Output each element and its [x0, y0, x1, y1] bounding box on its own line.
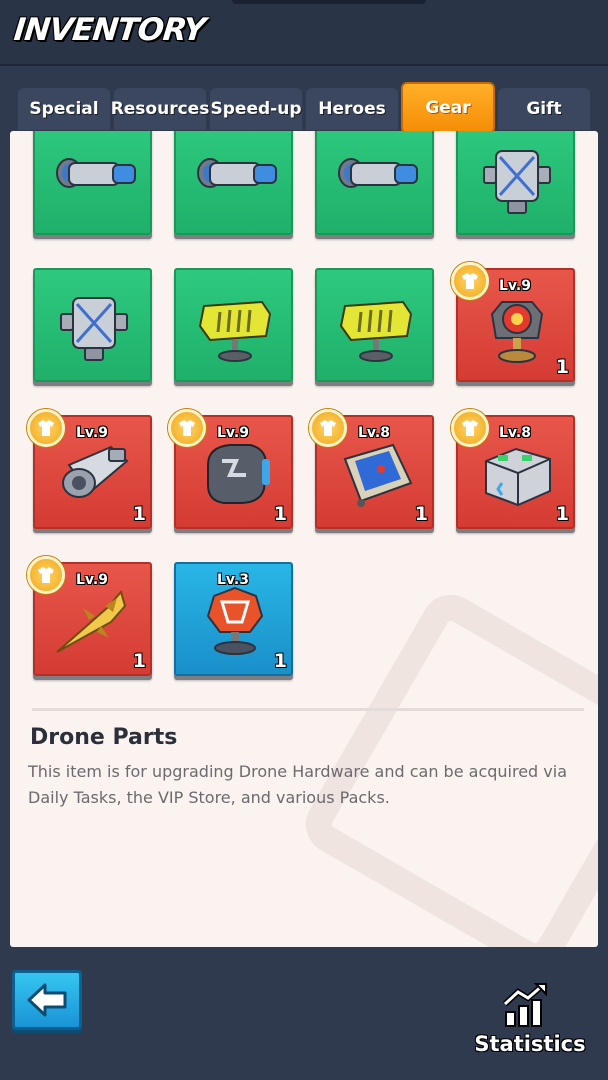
tab-label: Resources [110, 99, 210, 119]
drone-parts-icon [483, 150, 551, 214]
tab-special[interactable]: Special [18, 88, 110, 130]
tablet-map-icon [343, 443, 413, 507]
radar-dish-icon [206, 586, 264, 655]
item-card[interactable] [315, 131, 434, 235]
tab-label: Heroes [318, 99, 386, 119]
shirt-icon [309, 409, 347, 447]
tab-label: Gear [425, 98, 471, 118]
item-quantity: 1 [273, 503, 287, 525]
item-level: Lv.9 [217, 425, 249, 441]
inventory-panel: Lv.9 1 Lv.9 1 Lv.9 1 Lv.8 1 Lv.8 1 Lv.9 … [10, 131, 598, 947]
server-box-icon [485, 447, 551, 507]
item-level: Lv.9 [76, 425, 108, 441]
tab-gift[interactable]: Gift [498, 88, 590, 130]
tab-label: Gift [526, 99, 562, 119]
shirt-icon [27, 556, 65, 594]
item-level: Lv.9 [76, 572, 108, 588]
engine-icon [62, 445, 129, 498]
shirt-icon [168, 409, 206, 447]
statistics-label: Statistics [474, 1032, 586, 1056]
binoculars-icon [56, 158, 136, 188]
tab-label: Special [29, 99, 99, 119]
tab-speed-up[interactable]: Speed-up [210, 88, 302, 130]
item-quantity: 1 [555, 503, 569, 525]
item-card[interactable] [33, 131, 152, 235]
item-description: This item is for upgrading Drone Hardwar… [28, 762, 568, 807]
item-name: Drone Parts [30, 725, 178, 750]
item-quantity: 1 [132, 503, 146, 525]
item-quantity: 1 [273, 650, 287, 672]
tab-resources[interactable]: Resources [111, 88, 209, 130]
item-card[interactable]: Lv.3 1 [174, 562, 293, 676]
item-quantity: 1 [132, 650, 146, 672]
tab-heroes[interactable]: Heroes [306, 88, 398, 130]
binoculars-icon [338, 158, 418, 188]
arrow-left-icon [27, 983, 67, 1017]
binoculars-icon [197, 158, 277, 188]
tab-gear[interactable]: Gear [401, 82, 495, 142]
yellow-part-icon [198, 300, 272, 362]
chart-up-icon [502, 983, 547, 1027]
shirt-icon [451, 409, 489, 447]
item-level: Lv.9 [499, 278, 531, 294]
item-level: Lv.8 [499, 425, 531, 441]
drone-parts-icon [60, 297, 128, 361]
item-card[interactable] [456, 131, 575, 235]
yellow-part-icon [339, 300, 413, 362]
item-level: Lv.3 [217, 572, 249, 588]
tab-label: Speed-up [210, 99, 302, 119]
missile-icon [56, 589, 127, 653]
item-card[interactable] [315, 268, 434, 382]
item-quantity: 1 [555, 356, 569, 378]
item-card[interactable] [33, 268, 152, 382]
top-bar: INVENTORY [0, 0, 608, 66]
shirt-icon [451, 262, 489, 300]
item-card[interactable] [174, 131, 293, 235]
page-title: INVENTORY [12, 12, 207, 48]
top-notch [232, 0, 426, 4]
radar-target-icon [490, 301, 544, 363]
statistics-button[interactable]: Statistics [468, 982, 592, 1062]
item-level: Lv.8 [358, 425, 390, 441]
section-divider [32, 708, 584, 711]
shirt-icon [27, 409, 65, 447]
back-button[interactable] [12, 970, 82, 1030]
item-card[interactable] [174, 268, 293, 382]
item-quantity: 1 [414, 503, 428, 525]
armor-plate-icon [207, 444, 270, 504]
